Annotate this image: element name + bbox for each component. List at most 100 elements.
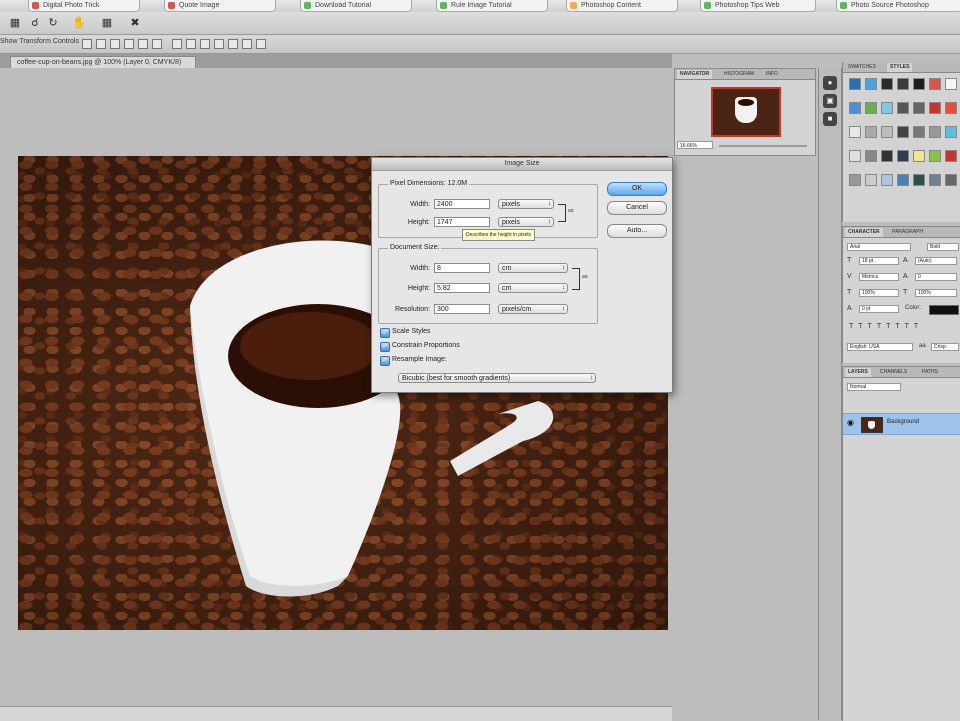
horizontal-scrollbar[interactable]: [0, 706, 672, 721]
font-family-select[interactable]: Arial: [847, 243, 911, 251]
style-swatch[interactable]: [929, 150, 941, 162]
language-select[interactable]: English: USA: [847, 343, 913, 351]
align-left-icon[interactable]: [124, 39, 134, 49]
tab-paragraph[interactable]: PARAGRAPH: [889, 228, 926, 237]
text-color-swatch[interactable]: [929, 305, 959, 315]
tab-layers[interactable]: LAYERS: [845, 368, 871, 377]
style-swatch[interactable]: [913, 126, 925, 138]
style-swatch[interactable]: [881, 174, 893, 186]
distribute-bottom-icon[interactable]: [200, 39, 210, 49]
doc-height-input[interactable]: 5.82: [434, 283, 490, 293]
scale-styles-checkbox[interactable]: ✓: [380, 328, 390, 338]
style-swatch[interactable]: [913, 102, 925, 114]
arrange-documents-icon[interactable]: ▦: [100, 16, 114, 30]
pixel-height-unit-select[interactable]: pixels: [498, 217, 554, 227]
distribute-hcenter-icon[interactable]: [228, 39, 238, 49]
font-style-select[interactable]: Bold: [927, 243, 959, 251]
layer-row[interactable]: ◉ Background: [843, 413, 960, 435]
resolution-unit-select[interactable]: pixels/cm: [498, 304, 568, 314]
style-swatch[interactable]: [849, 150, 861, 162]
style-swatch[interactable]: [913, 174, 925, 186]
pixel-height-input[interactable]: 1747: [434, 217, 490, 227]
style-swatch[interactable]: [945, 78, 957, 90]
text-style-buttons[interactable]: TTTTTTTT: [849, 323, 923, 330]
tab-paths[interactable]: PATHS: [919, 368, 941, 377]
style-swatch[interactable]: [913, 78, 925, 90]
adjustments-icon[interactable]: ▣: [823, 94, 837, 108]
style-swatch[interactable]: [865, 102, 877, 114]
tab-channels[interactable]: CHANNELS: [877, 368, 910, 377]
style-swatch[interactable]: [865, 174, 877, 186]
ok-button[interactable]: OK: [607, 182, 667, 196]
baseline-shift-field[interactable]: 0 pt: [859, 305, 899, 313]
style-swatch[interactable]: [881, 78, 893, 90]
style-swatch[interactable]: [897, 150, 909, 162]
distribute-left-icon[interactable]: [214, 39, 224, 49]
navigator-zoom-field[interactable]: 16.66%: [677, 141, 713, 149]
navigator-zoom-slider[interactable]: [719, 145, 807, 147]
style-swatch[interactable]: [929, 174, 941, 186]
masks-icon[interactable]: ■: [823, 112, 837, 126]
constrain-proportions-checkbox[interactable]: ✓: [380, 342, 390, 352]
style-swatch[interactable]: [945, 126, 957, 138]
visibility-eye-icon[interactable]: ◉: [847, 418, 854, 427]
font-size-field[interactable]: 18 pt: [859, 257, 899, 265]
doc-width-input[interactable]: 8: [434, 263, 490, 273]
style-swatch[interactable]: [865, 78, 877, 90]
browser-tab[interactable]: Photoshop Tips Web: [700, 0, 816, 12]
browser-tab[interactable]: Photo Source Photoshop: [836, 0, 960, 12]
style-swatch[interactable]: [865, 150, 877, 162]
cancel-button[interactable]: Cancel: [607, 201, 667, 215]
style-swatch[interactable]: [897, 126, 909, 138]
resolution-input[interactable]: 300: [434, 304, 490, 314]
doc-width-unit-select[interactable]: cm: [498, 263, 568, 273]
tab-character[interactable]: CHARACTER: [845, 228, 883, 237]
align-hcenter-icon[interactable]: [138, 39, 148, 49]
kerning-field[interactable]: Metrics: [859, 273, 899, 281]
browser-tab[interactable]: Rule Image Tutorial: [436, 0, 548, 12]
blend-mode-select[interactable]: Normal: [847, 383, 901, 391]
align-top-icon[interactable]: [82, 39, 92, 49]
style-swatch[interactable]: [929, 102, 941, 114]
style-swatch[interactable]: [881, 150, 893, 162]
browser-tab[interactable]: Digital Photo Trick: [28, 0, 140, 12]
style-swatch[interactable]: [865, 126, 877, 138]
pixel-width-unit-select[interactable]: pixels: [498, 199, 554, 209]
style-swatch[interactable]: [849, 174, 861, 186]
align-vcenter-icon[interactable]: [96, 39, 106, 49]
horizontal-scale-field[interactable]: 100%: [915, 289, 957, 297]
doc-height-unit-select[interactable]: cm: [498, 283, 568, 293]
style-swatch[interactable]: [913, 150, 925, 162]
leading-field[interactable]: (Auto): [915, 257, 957, 265]
resample-method-select[interactable]: Bicubic (best for smooth gradients): [398, 373, 596, 383]
style-swatch[interactable]: [849, 78, 861, 90]
style-swatch[interactable]: [881, 102, 893, 114]
view-extras-icon[interactable]: ▦: [8, 16, 22, 30]
vertical-scale-field[interactable]: 100%: [859, 289, 899, 297]
navigator-thumbnail[interactable]: [711, 87, 781, 137]
tab-histogram[interactable]: HISTOGRAM: [721, 70, 757, 79]
tab-info[interactable]: INFO: [763, 70, 781, 79]
distribute-vcenter-icon[interactable]: [186, 39, 196, 49]
resample-image-checkbox[interactable]: ✓: [380, 356, 390, 366]
style-swatch[interactable]: [897, 102, 909, 114]
style-swatch[interactable]: [897, 78, 909, 90]
align-bottom-icon[interactable]: [110, 39, 120, 49]
tracking-field[interactable]: 0: [915, 273, 957, 281]
style-swatch[interactable]: [945, 102, 957, 114]
style-swatch[interactable]: [945, 174, 957, 186]
tab-swatches[interactable]: SWATCHES: [845, 63, 879, 72]
browser-tab[interactable]: Photoshop Content: [566, 0, 678, 12]
zoom-icon[interactable]: ☌: [28, 16, 42, 30]
distribute-top-icon[interactable]: [172, 39, 182, 49]
browser-tab[interactable]: Download Tutorial: [300, 0, 412, 12]
tab-navigator[interactable]: NAVIGATOR: [677, 70, 713, 79]
antialias-select[interactable]: Crisp: [931, 343, 959, 351]
style-swatch[interactable]: [929, 78, 941, 90]
pixel-width-input[interactable]: 2400: [434, 199, 490, 209]
style-swatch[interactable]: [945, 150, 957, 162]
style-swatch[interactable]: [881, 126, 893, 138]
style-swatch[interactable]: [849, 102, 861, 114]
auto-button[interactable]: Auto...: [607, 224, 667, 238]
style-swatch[interactable]: [897, 174, 909, 186]
